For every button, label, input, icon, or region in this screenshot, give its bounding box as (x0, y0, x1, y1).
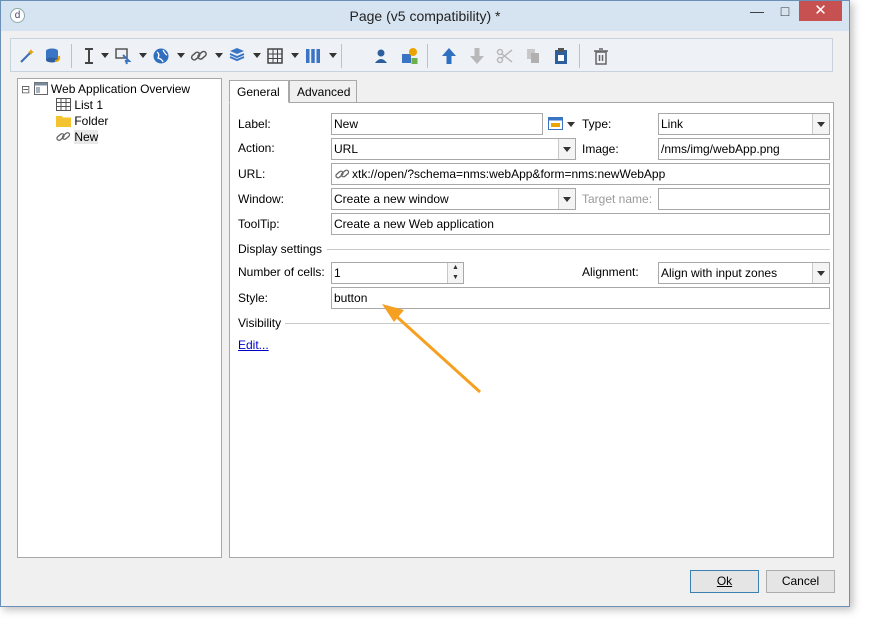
stepper-down-icon[interactable]: ▼ (448, 273, 463, 283)
title-bar[interactable]: d Page (v5 compatibility) * — □ ✕ (1, 1, 849, 31)
window-label: Window: (238, 192, 285, 206)
ok-button-label: Ok (716, 574, 733, 588)
chevron-down-icon[interactable] (101, 53, 109, 58)
chevron-down-icon[interactable] (567, 122, 575, 127)
collapse-icon[interactable]: ⊟ (21, 84, 30, 96)
translation-icon[interactable] (548, 116, 563, 131)
tooltip-input[interactable]: Create a new Web application (331, 213, 830, 235)
number-of-cells-value: 1 (334, 266, 341, 280)
tree-root-label: Web Application Overview (50, 82, 191, 96)
chevron-down-icon[interactable] (812, 114, 829, 134)
section-divider (285, 323, 830, 324)
link-icon (56, 132, 71, 141)
maximize-button[interactable]: □ (771, 1, 799, 21)
tree-root[interactable]: ⊟ Web Application Overview (21, 81, 190, 97)
web-application-icon (33, 82, 48, 95)
chevron-down-icon[interactable] (558, 139, 575, 159)
alignment-label: Alignment: (582, 265, 639, 279)
target-name-label: Target name: (582, 192, 653, 206)
copy-icon[interactable] (523, 46, 543, 66)
tree-item-label: List 1 (74, 98, 104, 112)
action-label: Action: (238, 141, 275, 155)
chevron-down-icon[interactable] (177, 53, 185, 58)
type-select[interactable]: Link (658, 113, 830, 135)
annotation-arrow (382, 304, 482, 394)
chevron-down-icon[interactable] (253, 53, 261, 58)
section-divider (327, 249, 830, 250)
form-input-icon[interactable] (113, 46, 133, 66)
link-icon (335, 169, 350, 179)
cut-icon[interactable] (495, 46, 515, 66)
style-label: Style: (238, 291, 269, 305)
stepper-buttons[interactable]: ▲ ▼ (447, 263, 463, 283)
globe-icon[interactable] (151, 46, 171, 66)
number-of-cells-label: Number of cells: (238, 265, 325, 279)
visibility-heading: Visibility (238, 316, 282, 330)
paste-icon[interactable] (551, 46, 571, 66)
window-select[interactable]: Create a new window (331, 188, 576, 210)
text-insert-icon[interactable] (79, 46, 99, 66)
toolbar-separator (427, 44, 428, 68)
database-icon[interactable] (43, 46, 63, 66)
chevron-down-icon[interactable] (291, 53, 299, 58)
label-input[interactable]: New (331, 113, 543, 135)
close-button[interactable]: ✕ (799, 1, 842, 21)
user-icon[interactable] (371, 46, 391, 66)
chevron-down-icon[interactable] (558, 189, 575, 209)
ok-button[interactable]: Ok (690, 570, 759, 593)
url-input[interactable]: xtk://open/?schema=nms:webApp&form=nms:n… (331, 163, 830, 185)
tree-item-label: Folder (74, 114, 109, 128)
number-of-cells-stepper[interactable]: 1 ▲ ▼ (331, 262, 464, 284)
general-panel: Label: New Type: Link Action: URL Image:… (229, 102, 834, 558)
chevron-down-icon[interactable] (812, 263, 829, 283)
action-select-value: URL (334, 142, 359, 156)
window-title: Page (v5 compatibility) * (349, 8, 501, 24)
image-label: Image: (582, 142, 619, 156)
edit-visibility-link[interactable]: Edit... (238, 338, 269, 352)
tooltip-label: ToolTip: (238, 217, 280, 231)
label-label: Label: (238, 117, 271, 131)
toolbar-separator (71, 44, 72, 68)
tree-item-list[interactable]: List 1 (56, 97, 103, 113)
toolbar-separator (579, 44, 580, 68)
url-value: xtk://open/?schema=nms:webApp&form=nms:n… (352, 167, 666, 181)
alignment-select-value: Align with input zones (661, 266, 778, 280)
cancel-button-label: Cancel (781, 574, 820, 588)
delete-icon[interactable] (591, 46, 611, 66)
link-icon[interactable] (189, 46, 209, 66)
table-icon[interactable] (265, 46, 285, 66)
cancel-button[interactable]: Cancel (766, 570, 835, 593)
minimize-button[interactable]: — (743, 1, 771, 21)
window-select-value: Create a new window (334, 192, 449, 206)
dialog-window: d Page (v5 compatibility) * — □ ✕ ⊟ Web … (0, 0, 850, 607)
folder-icon (56, 116, 71, 127)
chevron-down-icon[interactable] (215, 53, 223, 58)
chevron-down-icon[interactable] (329, 53, 337, 58)
type-label: Type: (582, 117, 612, 131)
image-input[interactable]: /nms/img/webApp.png (658, 138, 830, 160)
tab-general[interactable]: General (229, 80, 289, 103)
add-component-icon[interactable] (399, 46, 419, 66)
move-down-icon[interactable] (467, 46, 487, 66)
tree-item-new[interactable]: New (56, 129, 99, 145)
tab-advanced[interactable]: Advanced (289, 80, 357, 103)
action-select[interactable]: URL (331, 138, 576, 160)
grid-icon (56, 98, 71, 111)
structure-tree: ⊟ Web Application Overview List 1 Folder (17, 78, 222, 558)
stepper-up-icon[interactable]: ▲ (448, 263, 463, 273)
alignment-select[interactable]: Align with input zones (658, 262, 830, 284)
magic-wand-icon[interactable] (17, 46, 37, 66)
type-select-value: Link (661, 117, 684, 131)
toolbar (10, 38, 833, 72)
target-name-input[interactable] (658, 188, 830, 210)
move-up-icon[interactable] (439, 46, 459, 66)
columns-icon[interactable] (303, 46, 323, 66)
toolbar-separator (341, 44, 342, 68)
container-icon[interactable] (227, 46, 247, 66)
tree-item-label: New (74, 130, 99, 144)
url-label: URL: (238, 167, 266, 181)
tree-item-folder[interactable]: Folder (56, 113, 108, 129)
chevron-down-icon[interactable] (139, 53, 147, 58)
display-settings-heading: Display settings (238, 242, 323, 256)
